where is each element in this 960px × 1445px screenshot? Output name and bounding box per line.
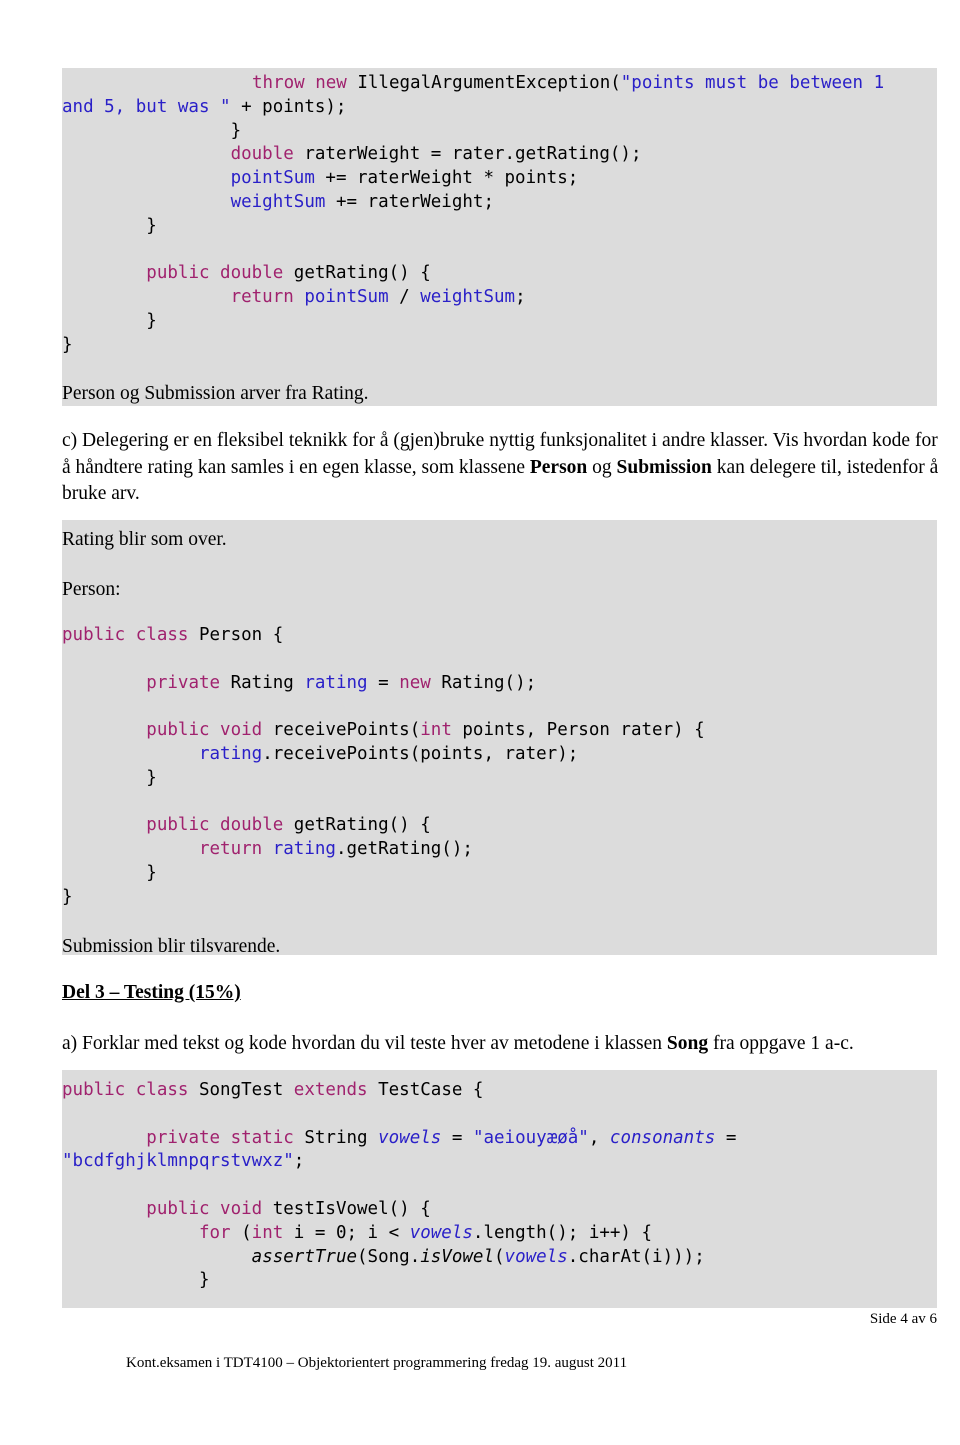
code-block-person: public class Person { private Rating rat…	[62, 625, 705, 907]
label-person-class: Person:	[62, 579, 121, 600]
document-page: throw new IllegalArgumentException("poin…	[0, 0, 960, 1445]
task-c-bold-submission: Submission	[616, 456, 712, 478]
paragraph-task-a: a) Forklar med tekst og kode hvordan du …	[62, 1031, 952, 1058]
paragraph-submission-note: Submission blir tilsvarende.	[62, 936, 281, 957]
section-heading-del-3: Del 3 – Testing (15%)	[62, 982, 241, 1003]
paragraph-rating-note: Rating blir som over.	[62, 529, 227, 550]
paragraph-task-c: c) Delegering er en fleksibel teknikk fo…	[62, 428, 942, 508]
task-c-bold-person: Person	[529, 456, 588, 478]
task-c-text-2: og	[587, 456, 617, 478]
task-a-text-1: a) Forklar med tekst og kode hvordan du …	[62, 1033, 667, 1054]
code-block-songtest: public class SongTest extends TestCase {…	[62, 1080, 737, 1291]
task-a-bold-song: Song	[666, 1033, 709, 1054]
task-a-text-2: fra oppgave 1 a-c.	[708, 1033, 854, 1054]
paragraph-inheritance-note: Person og Submission arver fra Rating.	[62, 383, 369, 404]
code-block-rating: throw new IllegalArgumentException("poin…	[62, 73, 895, 355]
page-number: Side 4 av 6	[869, 1311, 937, 1327]
footer-exam-info: Kont.eksamen i TDT4100 – Objektorientert…	[126, 1355, 628, 1371]
